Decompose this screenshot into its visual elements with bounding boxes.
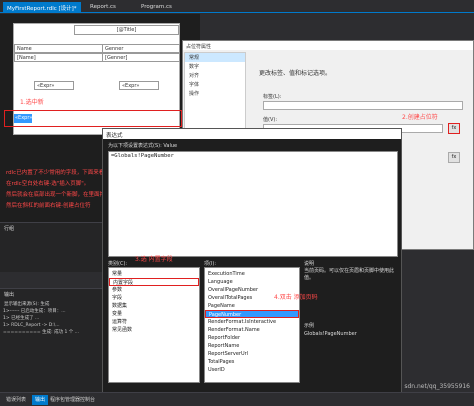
- prop-nav-number[interactable]: 数字: [185, 62, 245, 71]
- step2-annotation: 2.创建占位符: [402, 114, 438, 121]
- output-source[interactable]: 显示输出来源(S): 生成: [0, 300, 102, 308]
- description-label: 说明: [304, 261, 315, 267]
- label-input[interactable]: [263, 101, 463, 110]
- description-text: 当前页码。可以仅在页眉和页脚中使用此值。: [304, 268, 395, 281]
- tab-program-cs[interactable]: Program.cs: [137, 2, 176, 13]
- prop-nav-font[interactable]: 字体: [185, 80, 245, 89]
- watermark-text: sdn.net/qq_35955916: [404, 383, 470, 390]
- item-entry-pagenumber[interactable]: PageNumber: [205, 310, 299, 318]
- header-genner[interactable]: Genner: [102, 44, 180, 53]
- item-entry[interactable]: Language: [205, 278, 299, 286]
- output-line: ========== 生成: 成功 1 个 ...: [3, 330, 80, 335]
- expression-dialog: 表达式 为以下项设置表达式(S): Value =Globals!PageNum…: [102, 128, 402, 406]
- item-entry[interactable]: ReportFolder: [205, 334, 299, 342]
- prop-nav-general[interactable]: 常规: [185, 53, 245, 62]
- label-caption: 标签(L):: [263, 94, 282, 100]
- item-entry[interactable]: TotalPages: [205, 358, 299, 366]
- output-label: 输出: [4, 292, 15, 298]
- document-tab-bar: MyFirstReport.rdlc [设计]* Report.cs Progr…: [0, 0, 474, 13]
- value-fx-button[interactable]: fx: [448, 123, 460, 134]
- tab-error-list[interactable]: 错误列表: [3, 395, 29, 405]
- expr-textbox-b[interactable]: «Expr»: [119, 81, 159, 90]
- item-entry[interactable]: ExecutionTime: [205, 270, 299, 278]
- prop-dialog-title: 占位符属性: [183, 41, 473, 50]
- item-entry[interactable]: ReportServerUrl: [205, 350, 299, 358]
- prop-nav-alignment[interactable]: 对齐: [185, 71, 245, 80]
- header-name[interactable]: Name: [14, 44, 104, 53]
- expr-textbox-a[interactable]: «Expr»: [34, 81, 74, 90]
- tab-report-designer[interactable]: MyFirstReport.rdlc [设计]*: [3, 2, 81, 13]
- set-expression-label: 为以下项设置表达式(S): Value: [108, 143, 178, 149]
- item-entry[interactable]: UserID: [205, 366, 299, 374]
- output-line: 1> RDLC_Report -> D:\...: [3, 323, 60, 328]
- category-item[interactable]: 字段: [109, 294, 199, 302]
- expr-dialog-title: 表达式: [103, 129, 401, 139]
- title-textbox[interactable]: [@Title]: [74, 25, 179, 35]
- output-line: 1>------ 已启动生成：项目：...: [3, 309, 66, 314]
- expression-editor[interactable]: =Globals!PageNumber: [108, 151, 398, 257]
- step3-annotation: 3.选 内置字段: [135, 256, 173, 263]
- prop-nav-action[interactable]: 操作: [185, 89, 245, 98]
- fx-button-2[interactable]: fx: [448, 152, 460, 163]
- category-list[interactable]: 常量 内置字段 参数 字段 数据集 变量 运算符 常见函数: [108, 267, 200, 383]
- highlight-footer-box: [4, 110, 182, 127]
- category-item[interactable]: 常量: [109, 270, 199, 278]
- row-groups-label: 行组: [4, 226, 15, 232]
- example-label: 示例: [304, 323, 315, 329]
- item-entry[interactable]: PageName: [205, 302, 299, 310]
- tab-package-manager-console[interactable]: 程序包管理器控制台: [47, 395, 98, 405]
- category-item-builtin[interactable]: 内置字段: [109, 278, 199, 286]
- example-text: Globals!PageNumber: [304, 331, 357, 337]
- category-item[interactable]: 常见函数: [109, 326, 199, 334]
- category-item[interactable]: 运算符: [109, 318, 199, 326]
- prop-header-text: 更改标签、值和标记选项。: [259, 70, 332, 77]
- item-entry[interactable]: RenderFormat.IsInteractive: [205, 318, 299, 326]
- tab-output[interactable]: 输出: [32, 395, 49, 405]
- category-label: 类别(C):: [108, 261, 128, 267]
- item-list[interactable]: ExecutionTime Language OverallPageNumber…: [204, 267, 300, 383]
- output-panel: 输出 显示输出来源(S): 生成 1>------ 已启动生成：项目：... 1…: [0, 288, 102, 392]
- tab-report-cs[interactable]: Report.cs: [86, 2, 120, 13]
- output-line: 1> 已经生成了 ...: [3, 316, 40, 321]
- step1-annotation: 1.选中新: [20, 99, 44, 106]
- value-genner[interactable]: [Genner]: [102, 53, 180, 62]
- bottom-tool-tabs: 错误列表 输出 程序包管理器控制台: [0, 392, 474, 406]
- item-entry[interactable]: RenderFormat.Name: [205, 326, 299, 334]
- item-entry[interactable]: ReportName: [205, 342, 299, 350]
- row-groups-panel: 行组: [0, 222, 102, 272]
- category-item[interactable]: 变量: [109, 310, 199, 318]
- value-name[interactable]: [Name]: [14, 53, 104, 62]
- category-item[interactable]: 参数: [109, 286, 199, 294]
- step4-annotation: 4.双击 添加页码: [274, 294, 318, 301]
- value-caption: 值(V):: [263, 117, 278, 123]
- category-item[interactable]: 数据集: [109, 302, 199, 310]
- item-label: 项(I):: [204, 261, 217, 267]
